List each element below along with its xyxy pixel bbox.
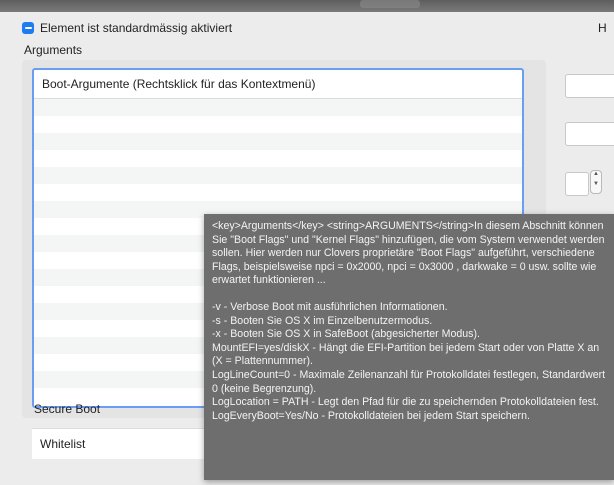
table-row[interactable] — [34, 184, 522, 201]
secure-boot-section-label: Secure Boot — [34, 402, 101, 416]
boot-arguments-header[interactable]: Boot-Argumente (Rechtsklick für das Kont… — [34, 70, 522, 99]
right-column-label: H — [598, 21, 607, 35]
number-stepper[interactable]: ▲ ▼ — [590, 170, 602, 194]
tooltip-intro: <key>Arguments</key> <string>ARGUMENTS</… — [212, 220, 608, 287]
chevron-up-icon[interactable]: ▲ — [591, 171, 601, 177]
window-title — [360, 0, 420, 8]
enable-default-row[interactable]: Element ist standardmässig aktiviert — [22, 21, 232, 35]
enable-default-checkbox[interactable] — [22, 22, 34, 34]
table-row[interactable] — [34, 116, 522, 133]
arguments-section-label: Arguments — [24, 43, 83, 57]
right-text-field-1[interactable] — [565, 74, 614, 98]
table-row[interactable] — [34, 150, 522, 167]
right-number-field[interactable] — [565, 172, 589, 196]
table-row[interactable] — [34, 167, 522, 184]
right-text-field-2[interactable] — [565, 122, 614, 146]
enable-default-label: Element ist standardmässig aktiviert — [40, 21, 233, 35]
window-titlebar — [0, 0, 614, 12]
tooltip-flag-list: -v - Verbose Boot mit ausführlichen Info… — [212, 300, 606, 422]
chevron-down-icon[interactable]: ▼ — [591, 181, 601, 187]
table-row[interactable] — [34, 133, 522, 150]
arguments-help-tooltip: <key>Arguments</key> <string>ARGUMENTS</… — [204, 214, 614, 480]
table-row[interactable] — [34, 99, 522, 116]
